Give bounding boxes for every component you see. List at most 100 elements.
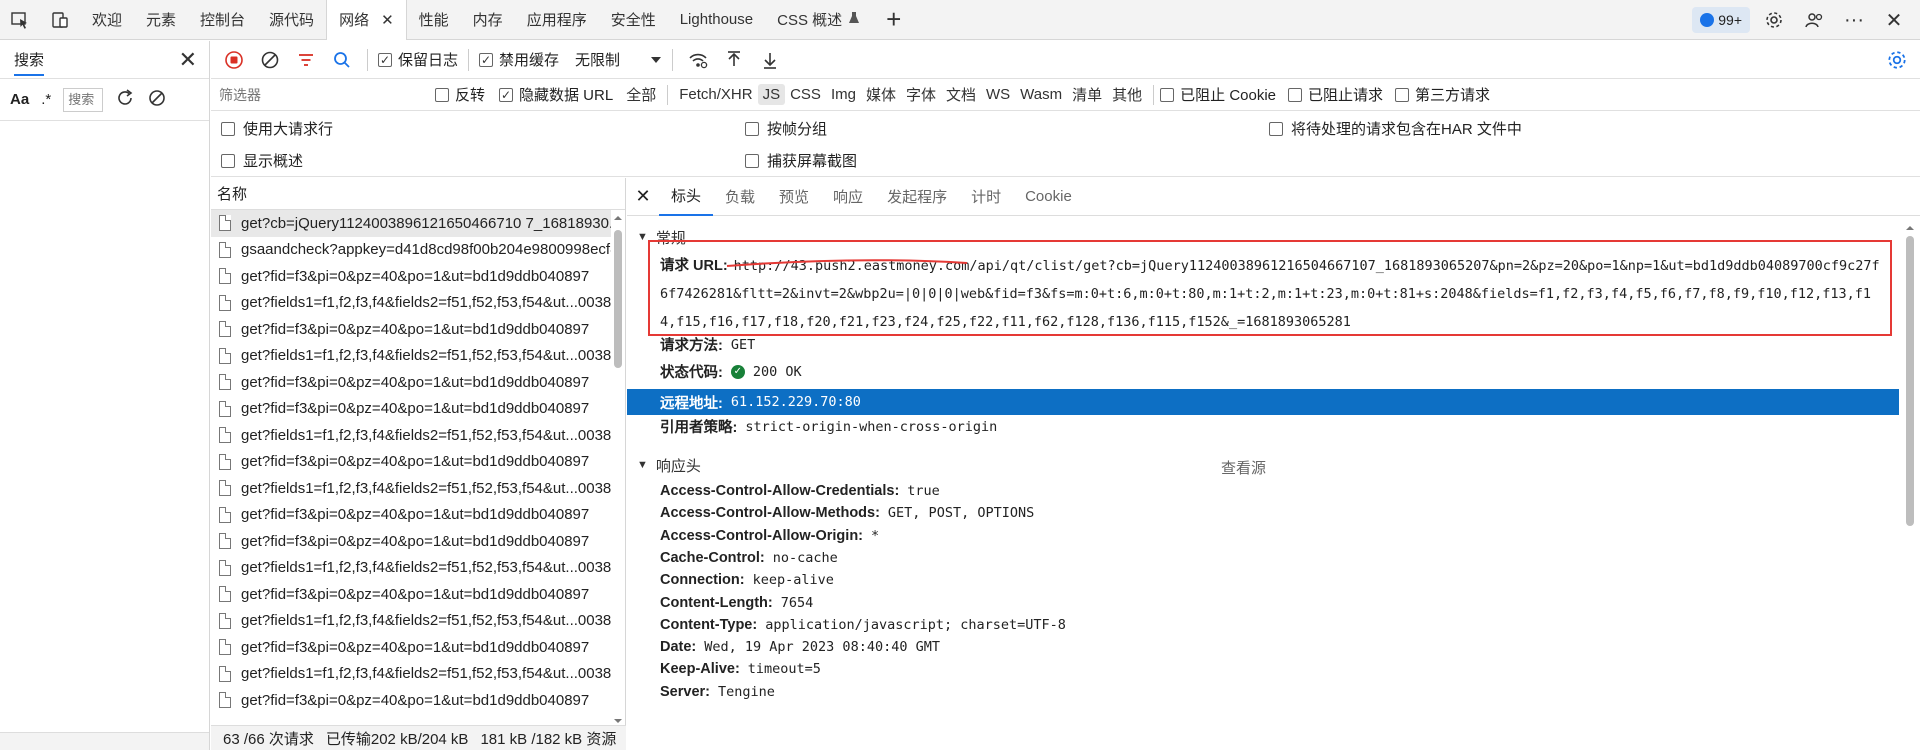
request-row[interactable]: get?fid=f3&pi=0&pz=40&po=1&ut=bd1d9ddb04… bbox=[211, 581, 611, 608]
checkbox-box[interactable] bbox=[221, 153, 235, 168]
request-row[interactable]: get?fid=f3&pi=0&pz=40&po=1&ut=bd1d9ddb04… bbox=[211, 396, 611, 423]
remote-address-row[interactable]: 远程地址: 61.152.229.70:80 bbox=[627, 389, 1899, 415]
refresh-icon[interactable] bbox=[115, 88, 135, 112]
clear-log-icon[interactable] bbox=[255, 45, 285, 75]
network-conditions-icon[interactable] bbox=[683, 45, 713, 75]
close-devtools-icon[interactable]: ✕ bbox=[1878, 4, 1910, 36]
request-row[interactable]: get?fid=f3&pi=0&pz=40&po=1&ut=bd1d9ddb04… bbox=[211, 528, 611, 555]
view-source-link[interactable]: 查看源 bbox=[1221, 457, 1266, 478]
request-row[interactable]: get?fields1=f1,f2,f3,f4&fields2=f51,f52,… bbox=[211, 343, 611, 370]
filter-type-other[interactable]: 其他 bbox=[1107, 82, 1147, 107]
filter-type-css[interactable]: CSS bbox=[785, 84, 826, 105]
checkbox-box[interactable] bbox=[499, 87, 514, 102]
issues-counter-button[interactable]: 99+ bbox=[1692, 7, 1750, 33]
filter-type-doc[interactable]: 文档 bbox=[941, 82, 981, 107]
request-row[interactable]: get?fields1=f1,f2,f3,f4&fields2=f51,f52,… bbox=[211, 422, 611, 449]
show-overview-checkbox[interactable]: 显示概述 bbox=[221, 150, 303, 171]
tab-response[interactable]: 响应 bbox=[821, 178, 875, 216]
filter-icon[interactable] bbox=[291, 45, 321, 75]
tab-sources[interactable]: 源代码 bbox=[257, 0, 326, 40]
network-settings-gear-icon[interactable] bbox=[1882, 45, 1912, 75]
request-row[interactable]: gsaandcheck?appkey=d41d8cd98f00b204e9800… bbox=[211, 237, 611, 264]
third-party-checkbox[interactable]: 第三方请求 bbox=[1395, 84, 1490, 105]
scroll-up-icon[interactable] bbox=[612, 212, 624, 224]
stop-recording-icon[interactable] bbox=[219, 45, 249, 75]
more-options-icon[interactable]: ··· bbox=[1838, 4, 1870, 36]
tab-network[interactable]: 网络 ✕ bbox=[326, 0, 407, 40]
import-har-icon[interactable] bbox=[719, 45, 749, 75]
name-column-header[interactable]: 名称 bbox=[211, 178, 625, 210]
tab-memory[interactable]: 内存 bbox=[461, 0, 515, 40]
export-har-icon[interactable] bbox=[755, 45, 785, 75]
blocked-cookies-checkbox[interactable]: 已阻止 Cookie bbox=[1160, 84, 1276, 105]
more-tools-plus-icon[interactable]: + bbox=[872, 4, 915, 35]
filter-type-manifest[interactable]: 清单 bbox=[1067, 82, 1107, 107]
close-tab-icon[interactable]: ✕ bbox=[381, 11, 394, 29]
tab-headers[interactable]: 标头 bbox=[659, 178, 714, 216]
clear-search-icon[interactable] bbox=[147, 88, 167, 112]
request-row[interactable]: get?fields1=f1,f2,f3,f4&fields2=f51,f52,… bbox=[211, 661, 611, 688]
large-rows-checkbox[interactable]: 使用大请求行 bbox=[221, 118, 333, 139]
request-row[interactable]: get?fid=f3&pi=0&pz=40&po=1&ut=bd1d9ddb04… bbox=[211, 316, 611, 343]
user-feedback-icon[interactable] bbox=[1798, 4, 1830, 36]
inspect-element-icon[interactable] bbox=[0, 0, 40, 40]
request-row[interactable]: get?fields1=f1,f2,f3,f4&fields2=f51,f52,… bbox=[211, 290, 611, 317]
tab-welcome[interactable]: 欢迎 bbox=[80, 0, 134, 40]
request-row[interactable]: get?cb=jQuery1124003896121650466710 7_16… bbox=[211, 210, 611, 237]
search-icon[interactable] bbox=[327, 45, 357, 75]
request-row[interactable]: get?fid=f3&pi=0&pz=40&po=1&ut=bd1d9ddb04… bbox=[211, 449, 611, 476]
tab-preview[interactable]: 预览 bbox=[767, 178, 821, 216]
request-row[interactable]: get?fid=f3&pi=0&pz=40&po=1&ut=bd1d9ddb04… bbox=[211, 369, 611, 396]
search-title[interactable]: 搜索 bbox=[14, 43, 45, 76]
tab-elements[interactable]: 元素 bbox=[134, 0, 188, 40]
tab-application[interactable]: 应用程序 bbox=[515, 0, 599, 40]
group-by-frame-checkbox[interactable]: 按帧分组 bbox=[745, 118, 827, 139]
blocked-requests-checkbox[interactable]: 已阻止请求 bbox=[1288, 84, 1383, 105]
request-url-value[interactable]: http://43.push2.eastmoney.com/api/qt/cli… bbox=[660, 258, 1880, 330]
request-row[interactable]: get?fields1=f1,f2,f3,f4&fields2=f51,f52,… bbox=[211, 608, 611, 635]
har-pending-checkbox[interactable]: 将待处理的请求包含在HAR 文件中 bbox=[1269, 118, 1522, 139]
filter-type-font[interactable]: 字体 bbox=[901, 82, 941, 107]
scrollbar-thumb[interactable] bbox=[614, 230, 622, 368]
tab-payload[interactable]: 负载 bbox=[713, 178, 767, 216]
tab-performance[interactable]: 性能 bbox=[407, 0, 461, 40]
request-row[interactable]: get?fields1=f1,f2,f3,f4&fields2=f51,f52,… bbox=[211, 475, 611, 502]
filter-type-img[interactable]: Img bbox=[826, 84, 861, 105]
checkbox-box[interactable] bbox=[221, 121, 235, 136]
filter-type-ws[interactable]: WS bbox=[981, 84, 1015, 105]
checkbox-box[interactable] bbox=[378, 52, 392, 67]
scroll-down-icon[interactable] bbox=[612, 715, 624, 725]
details-scrollbar[interactable] bbox=[1903, 222, 1917, 750]
device-emulation-icon[interactable] bbox=[40, 0, 80, 40]
checkbox-box[interactable] bbox=[745, 153, 759, 168]
filter-type-js[interactable]: JS bbox=[757, 84, 786, 105]
checkbox-box[interactable] bbox=[479, 52, 494, 67]
filter-type-wasm[interactable]: Wasm bbox=[1015, 84, 1067, 105]
request-row[interactable]: get?fid=f3&pi=0&pz=40&po=1&ut=bd1d9ddb04… bbox=[211, 502, 611, 529]
close-details-icon[interactable]: ✕ bbox=[627, 186, 659, 207]
request-row[interactable]: get?fid=f3&pi=0&pz=40&po=1&ut=bd1d9ddb04… bbox=[211, 687, 611, 714]
filter-type-media[interactable]: 媒体 bbox=[861, 82, 901, 107]
tab-cookies[interactable]: Cookie bbox=[1013, 178, 1084, 216]
tab-timing[interactable]: 计时 bbox=[959, 178, 1013, 216]
settings-gear-icon[interactable] bbox=[1758, 4, 1790, 36]
request-list-scrollbar[interactable] bbox=[612, 212, 624, 725]
match-case-button[interactable]: Aa bbox=[10, 91, 29, 108]
regex-button[interactable]: .* bbox=[41, 91, 51, 108]
throttling-select[interactable]: 无限制 bbox=[575, 49, 662, 70]
tab-security[interactable]: 安全性 bbox=[599, 0, 668, 40]
disable-cache-checkbox[interactable]: 禁用缓存 bbox=[479, 49, 559, 70]
checkbox-box[interactable] bbox=[435, 87, 449, 102]
filter-type-fetch-xhr[interactable]: Fetch/XHR bbox=[674, 84, 757, 105]
tab-css-overview[interactable]: CSS 概述 bbox=[765, 0, 872, 40]
capture-screenshots-checkbox[interactable]: 捕获屏幕截图 bbox=[745, 150, 857, 171]
checkbox-box[interactable] bbox=[745, 121, 759, 136]
search-input[interactable] bbox=[63, 87, 104, 112]
scroll-up-icon[interactable] bbox=[1903, 222, 1917, 234]
tab-lighthouse[interactable]: Lighthouse bbox=[668, 0, 765, 40]
hide-data-urls-checkbox[interactable]: 隐藏数据 URL bbox=[499, 84, 613, 105]
invert-checkbox[interactable]: 反转 bbox=[435, 84, 485, 105]
preserve-log-checkbox[interactable]: 保留日志 bbox=[378, 49, 458, 70]
request-row[interactable]: get?fid=f3&pi=0&pz=40&po=1&ut=bd1d9ddb04… bbox=[211, 634, 611, 661]
filter-input[interactable] bbox=[211, 81, 421, 108]
